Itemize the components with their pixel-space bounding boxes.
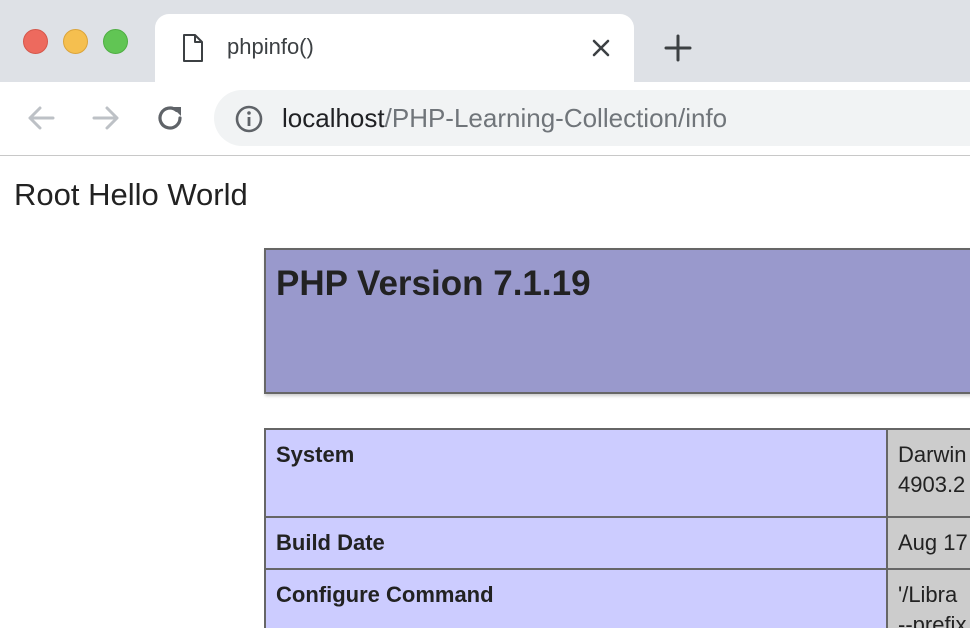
close-icon[interactable]	[587, 34, 615, 62]
plus-icon[interactable]	[662, 32, 694, 64]
page-heading: Root Hello World	[14, 177, 248, 212]
window-close-button[interactable]	[23, 29, 48, 54]
table-row: Configure Command '/Libra --prefix	[264, 568, 970, 628]
php-version-header: PHP Version 7.1.19	[264, 248, 970, 394]
browser-toolbar: localhost/PHP-Learning-Collection/info	[0, 82, 970, 156]
php-info-table: System Darwin 4903.2 Build Date Aug 17 C…	[264, 428, 970, 628]
arrow-right-icon[interactable]	[88, 100, 124, 136]
arrow-left-icon[interactable]	[23, 100, 59, 136]
table-row: Build Date Aug 17	[264, 516, 970, 570]
info-circle-icon[interactable]	[234, 104, 264, 134]
address-bar[interactable]: localhost/PHP-Learning-Collection/info	[214, 90, 970, 146]
row-key: Configure Command	[264, 568, 888, 628]
row-key: System	[264, 428, 888, 518]
url-text[interactable]: localhost/PHP-Learning-Collection/info	[282, 103, 727, 133]
page-content: Root Hello World PHP Version 7.1.19 Syst…	[0, 156, 970, 628]
url-path: /PHP-Learning-Collection/info	[384, 103, 728, 133]
row-key: Build Date	[264, 516, 888, 570]
browser-window: phpinfo() localhost/PHP-Learning-Collect…	[0, 0, 970, 628]
php-version-title: PHP Version 7.1.19	[276, 264, 591, 303]
table-row: System Darwin 4903.2	[264, 428, 970, 518]
url-host: localhost	[282, 103, 385, 133]
window-minimize-button[interactable]	[63, 29, 88, 54]
row-value: '/Libra --prefix	[886, 568, 970, 628]
row-value: Aug 17	[886, 516, 970, 570]
reload-icon[interactable]	[152, 100, 188, 136]
tab-strip: phpinfo()	[0, 0, 970, 82]
window-maximize-button[interactable]	[103, 29, 128, 54]
row-value: Darwin 4903.2	[886, 428, 970, 518]
tab-title: phpinfo()	[227, 34, 314, 59]
page-icon	[183, 34, 203, 62]
tab-phpinfo[interactable]: phpinfo()	[155, 14, 634, 82]
